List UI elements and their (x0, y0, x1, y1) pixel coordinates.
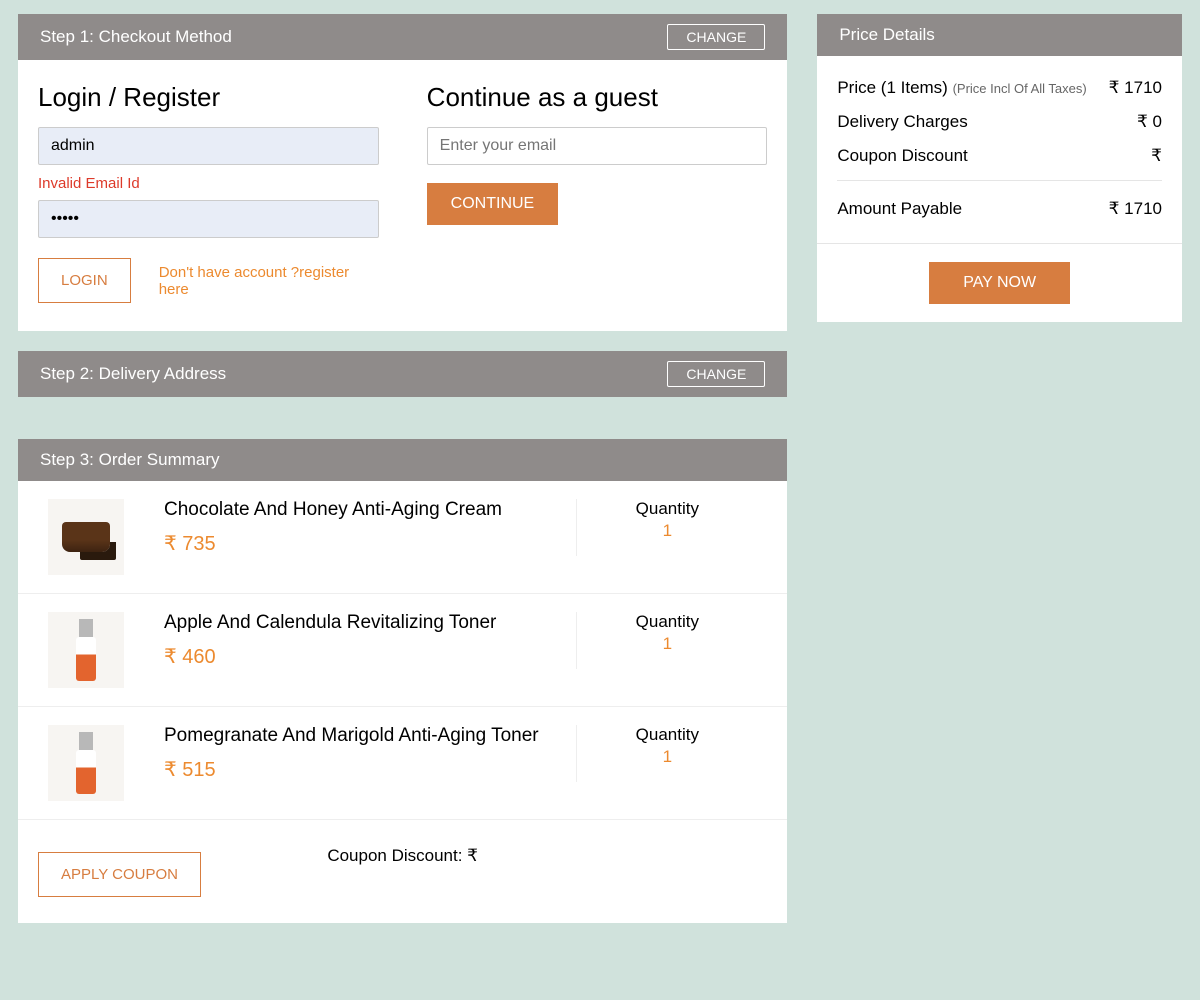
continue-button[interactable]: CONTINUE (427, 183, 559, 225)
step1-change-button[interactable]: CHANGE (667, 24, 765, 50)
step1-panel: Step 1: Checkout Method CHANGE Login / R… (18, 14, 787, 331)
step1-header: Step 1: Checkout Method CHANGE (18, 14, 787, 60)
order-items-list: Chocolate And Honey Anti-Aging Cream ₹ 73… (18, 481, 787, 820)
quantity-column: Quantity1 (577, 499, 757, 541)
product-info: Chocolate And Honey Anti-Aging Cream ₹ 73… (164, 499, 577, 556)
step2-change-button[interactable]: CHANGE (667, 361, 765, 387)
pay-now-button[interactable]: PAY NOW (929, 262, 1070, 304)
payable-value: ₹ 1710 (1109, 199, 1162, 219)
coupon-section: Coupon Discount: ₹ APPLY COUPON (18, 820, 787, 923)
product-name: Chocolate And Honey Anti-Aging Cream (164, 499, 556, 521)
product-image (48, 499, 124, 575)
guest-email-input[interactable] (427, 127, 768, 165)
step3-title: Step 3: Order Summary (40, 450, 220, 470)
quantity-value: 1 (577, 521, 757, 541)
product-image (48, 612, 124, 688)
price-row-items: Price (1 Items) (Price Incl Of All Taxes… (837, 78, 1162, 98)
login-actions-row: LOGIN Don't have account ?register here (38, 258, 379, 303)
step3-header: Step 3: Order Summary (18, 439, 787, 481)
payable-label: Amount Payable (837, 199, 962, 219)
order-item: Chocolate And Honey Anti-Aging Cream ₹ 73… (18, 481, 787, 594)
checkout-main-column: Step 1: Checkout Method CHANGE Login / R… (18, 14, 787, 943)
product-price: ₹ 515 (164, 757, 556, 782)
delivery-value: ₹ 0 (1137, 112, 1162, 132)
register-link[interactable]: Don't have account ?register here (159, 264, 379, 298)
price-details-title: Price Details (839, 25, 934, 45)
product-info: Apple And Calendula Revitalizing Toner ₹ … (164, 612, 577, 669)
price-details-panel: Price Details Price (1 Items) (Price Inc… (817, 14, 1182, 322)
step1-body: Login / Register Invalid Email Id LOGIN … (18, 60, 787, 331)
coupon-value: ₹ (1151, 146, 1162, 166)
step3-panel: Step 3: Order Summary Chocolate And Hone… (18, 439, 787, 923)
product-name: Pomegranate And Marigold Anti-Aging Tone… (164, 725, 556, 747)
pay-now-wrap: PAY NOW (817, 244, 1182, 322)
product-price: ₹ 735 (164, 531, 556, 556)
delivery-label: Delivery Charges (837, 112, 967, 132)
guest-form: Continue as a guest CONTINUE (427, 82, 768, 303)
order-item: Pomegranate And Marigold Anti-Aging Tone… (18, 707, 787, 820)
price-divider (837, 180, 1162, 181)
price-label: Price (1 Items) (Price Incl Of All Taxes… (837, 78, 1086, 98)
step1-title: Step 1: Checkout Method (40, 27, 232, 47)
guest-title: Continue as a guest (427, 82, 768, 113)
quantity-column: Quantity1 (577, 612, 757, 654)
step2-title: Step 2: Delivery Address (40, 364, 226, 384)
price-value: ₹ 1710 (1109, 78, 1162, 98)
login-button[interactable]: LOGIN (38, 258, 131, 303)
login-error-text: Invalid Email Id (38, 175, 379, 192)
price-details-column: Price Details Price (1 Items) (Price Inc… (817, 14, 1182, 342)
price-details-header: Price Details (817, 14, 1182, 56)
login-form: Login / Register Invalid Email Id LOGIN … (38, 82, 379, 303)
quantity-value: 1 (577, 634, 757, 654)
price-details-body: Price (1 Items) (Price Incl Of All Taxes… (817, 56, 1182, 243)
apply-coupon-button[interactable]: APPLY COUPON (38, 852, 201, 897)
price-row-coupon: Coupon Discount ₹ (837, 146, 1162, 166)
quantity-label: Quantity (577, 499, 757, 519)
coupon-label: Coupon Discount (837, 146, 967, 166)
login-email-input[interactable] (38, 127, 379, 165)
product-name: Apple And Calendula Revitalizing Toner (164, 612, 556, 634)
product-info: Pomegranate And Marigold Anti-Aging Tone… (164, 725, 577, 782)
quantity-column: Quantity1 (577, 725, 757, 767)
product-image (48, 725, 124, 801)
step2-header: Step 2: Delivery Address CHANGE (18, 351, 787, 397)
order-item: Apple And Calendula Revitalizing Toner ₹ … (18, 594, 787, 707)
quantity-value: 1 (577, 747, 757, 767)
quantity-label: Quantity (577, 725, 757, 745)
quantity-label: Quantity (577, 612, 757, 632)
price-row-delivery: Delivery Charges ₹ 0 (837, 112, 1162, 132)
price-row-payable: Amount Payable ₹ 1710 (837, 199, 1162, 219)
product-price: ₹ 460 (164, 644, 556, 669)
login-title: Login / Register (38, 82, 379, 113)
login-password-input[interactable] (38, 200, 379, 238)
